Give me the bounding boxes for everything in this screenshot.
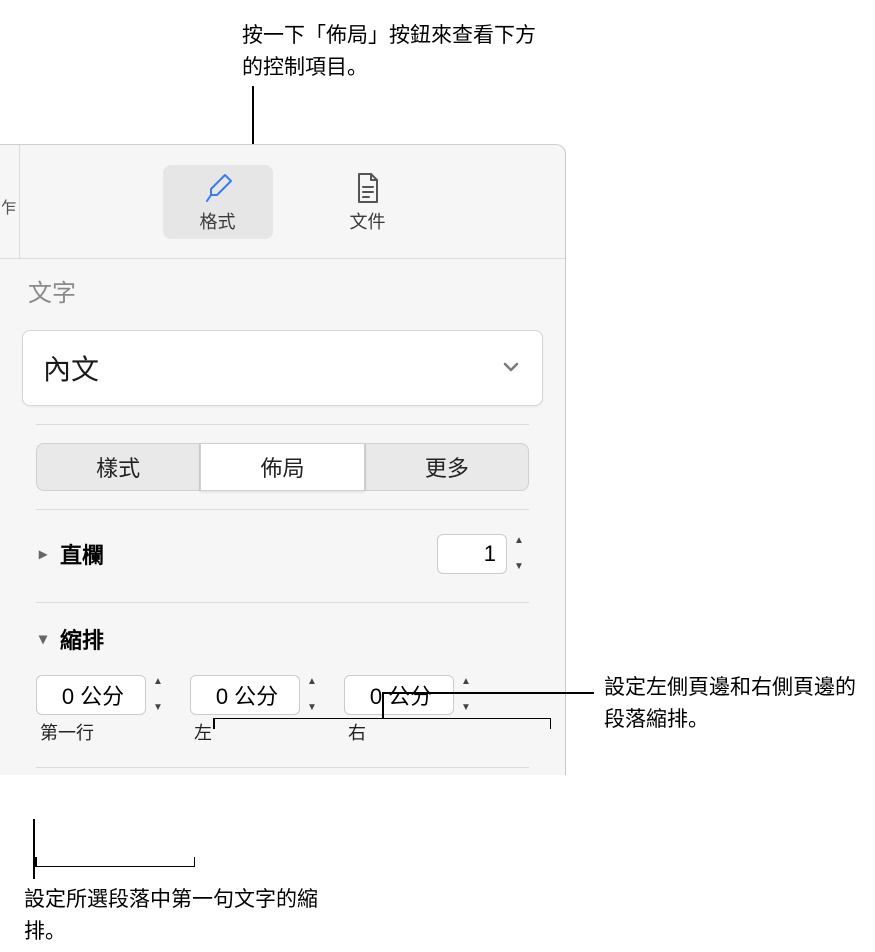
indent-section: ▾ 縮排 0 公分 ▲ ▼ 第一行 0 公分 bbox=[36, 602, 529, 749]
columns-stepper-buttons: ▲ ▼ bbox=[509, 534, 529, 574]
callout-line-bottom bbox=[33, 819, 35, 879]
stepper-down-icon[interactable]: ▼ bbox=[456, 703, 476, 713]
columns-disclosure[interactable]: ▸ 直欄 bbox=[36, 538, 104, 570]
tab-layout[interactable]: 佈局 bbox=[200, 443, 364, 491]
columns-stepper: 1 ▲ ▼ bbox=[437, 534, 529, 574]
callout-top: 按一下「佈局」按鈕來查看下方的控制項目。 bbox=[242, 20, 542, 83]
columns-label: 直欄 bbox=[60, 538, 104, 570]
stepper-up-icon[interactable]: ▲ bbox=[456, 677, 476, 687]
toolbar: 乍 格式 bbox=[0, 145, 565, 259]
section-title-text: 文字 bbox=[28, 280, 76, 307]
columns-input[interactable]: 1 bbox=[437, 534, 507, 574]
paragraph-style-picker[interactable]: 內文 bbox=[22, 330, 543, 406]
indent-row: 0 公分 ▲ ▼ 第一行 0 公分 ▲ ▼ bbox=[36, 661, 529, 749]
indent-left-label: 左 bbox=[190, 719, 322, 745]
indent-right-stepper: ▲ ▼ bbox=[456, 675, 476, 715]
toolbar-tabs: 格式 文件 bbox=[20, 165, 565, 239]
indent-first-line-value: 0 公分 bbox=[62, 679, 124, 711]
callout-top-text: 按一下「佈局」按鈕來查看下方的控制項目。 bbox=[242, 24, 536, 79]
indent-right-label: 右 bbox=[344, 719, 476, 745]
chevron-down-icon bbox=[502, 359, 520, 377]
stepper-up-icon[interactable]: ▲ bbox=[148, 677, 168, 687]
indent-right-input[interactable]: 0 公分 bbox=[344, 675, 454, 715]
tab-more-label: 更多 bbox=[425, 451, 469, 483]
callout-right-text: 設定左側頁邊和右側頁邊的段落縮排。 bbox=[604, 676, 856, 731]
paintbrush-icon bbox=[201, 170, 235, 206]
tab-style[interactable]: 樣式 bbox=[36, 443, 200, 491]
end-divider bbox=[36, 767, 529, 775]
bracket-indent-lr bbox=[213, 718, 551, 719]
stepper-up-icon[interactable]: ▲ bbox=[509, 536, 529, 546]
columns-value: 1 bbox=[484, 541, 496, 567]
inspector-panel: 乍 格式 bbox=[0, 144, 566, 775]
disclosure-right-icon: ▸ bbox=[36, 544, 50, 564]
format-tab-label: 格式 bbox=[200, 208, 236, 234]
toolbar-partial-label: 乍 bbox=[2, 194, 17, 218]
tab-style-label: 樣式 bbox=[96, 451, 140, 483]
callout-bottom-text: 設定所選段落中第一句文字的縮排。 bbox=[24, 888, 318, 943]
document-tab-label: 文件 bbox=[350, 208, 386, 234]
indent-disclosure[interactable]: ▾ 縮排 bbox=[36, 617, 529, 661]
stepper-down-icon[interactable]: ▼ bbox=[509, 562, 529, 572]
indent-left: 0 公分 ▲ ▼ 左 bbox=[190, 675, 322, 745]
indent-left-stepper: ▲ ▼ bbox=[302, 675, 322, 715]
stepper-up-icon[interactable]: ▲ bbox=[302, 677, 322, 687]
indent-right-value: 0 公分 bbox=[370, 679, 432, 711]
document-icon bbox=[354, 170, 382, 206]
stepper-down-icon[interactable]: ▼ bbox=[148, 703, 168, 713]
bracket-indent-first bbox=[35, 866, 195, 867]
tab-more[interactable]: 更多 bbox=[365, 443, 529, 491]
document-tab[interactable]: 文件 bbox=[313, 165, 423, 239]
toolbar-partial-left: 乍 bbox=[2, 145, 20, 258]
indent-left-value: 0 公分 bbox=[216, 679, 278, 711]
indent-first-line-label: 第一行 bbox=[36, 719, 168, 745]
stepper-down-icon[interactable]: ▼ bbox=[302, 703, 322, 713]
callout-right: 設定左側頁邊和右側頁邊的段落縮排。 bbox=[604, 672, 864, 735]
callout-bottom: 設定所選段落中第一句文字的縮排。 bbox=[24, 884, 324, 947]
disclosure-down-icon: ▾ bbox=[36, 629, 50, 649]
indent-left-input[interactable]: 0 公分 bbox=[190, 675, 300, 715]
columns-section: ▸ 直欄 1 ▲ ▼ bbox=[36, 509, 529, 584]
tab-layout-label: 佈局 bbox=[260, 451, 304, 483]
paragraph-style-value: 內文 bbox=[43, 348, 99, 388]
subtabs: 樣式 佈局 更多 bbox=[36, 424, 529, 491]
section-title: 文字 bbox=[0, 259, 565, 322]
indent-first-line-stepper: ▲ ▼ bbox=[148, 675, 168, 715]
indent-first-line-input[interactable]: 0 公分 bbox=[36, 675, 146, 715]
indent-right: 0 公分 ▲ ▼ 右 bbox=[344, 675, 476, 745]
format-tab[interactable]: 格式 bbox=[163, 165, 273, 239]
indent-first-line: 0 公分 ▲ ▼ 第一行 bbox=[36, 675, 168, 745]
callout-line-right bbox=[382, 692, 594, 694]
indent-label: 縮排 bbox=[60, 623, 104, 655]
